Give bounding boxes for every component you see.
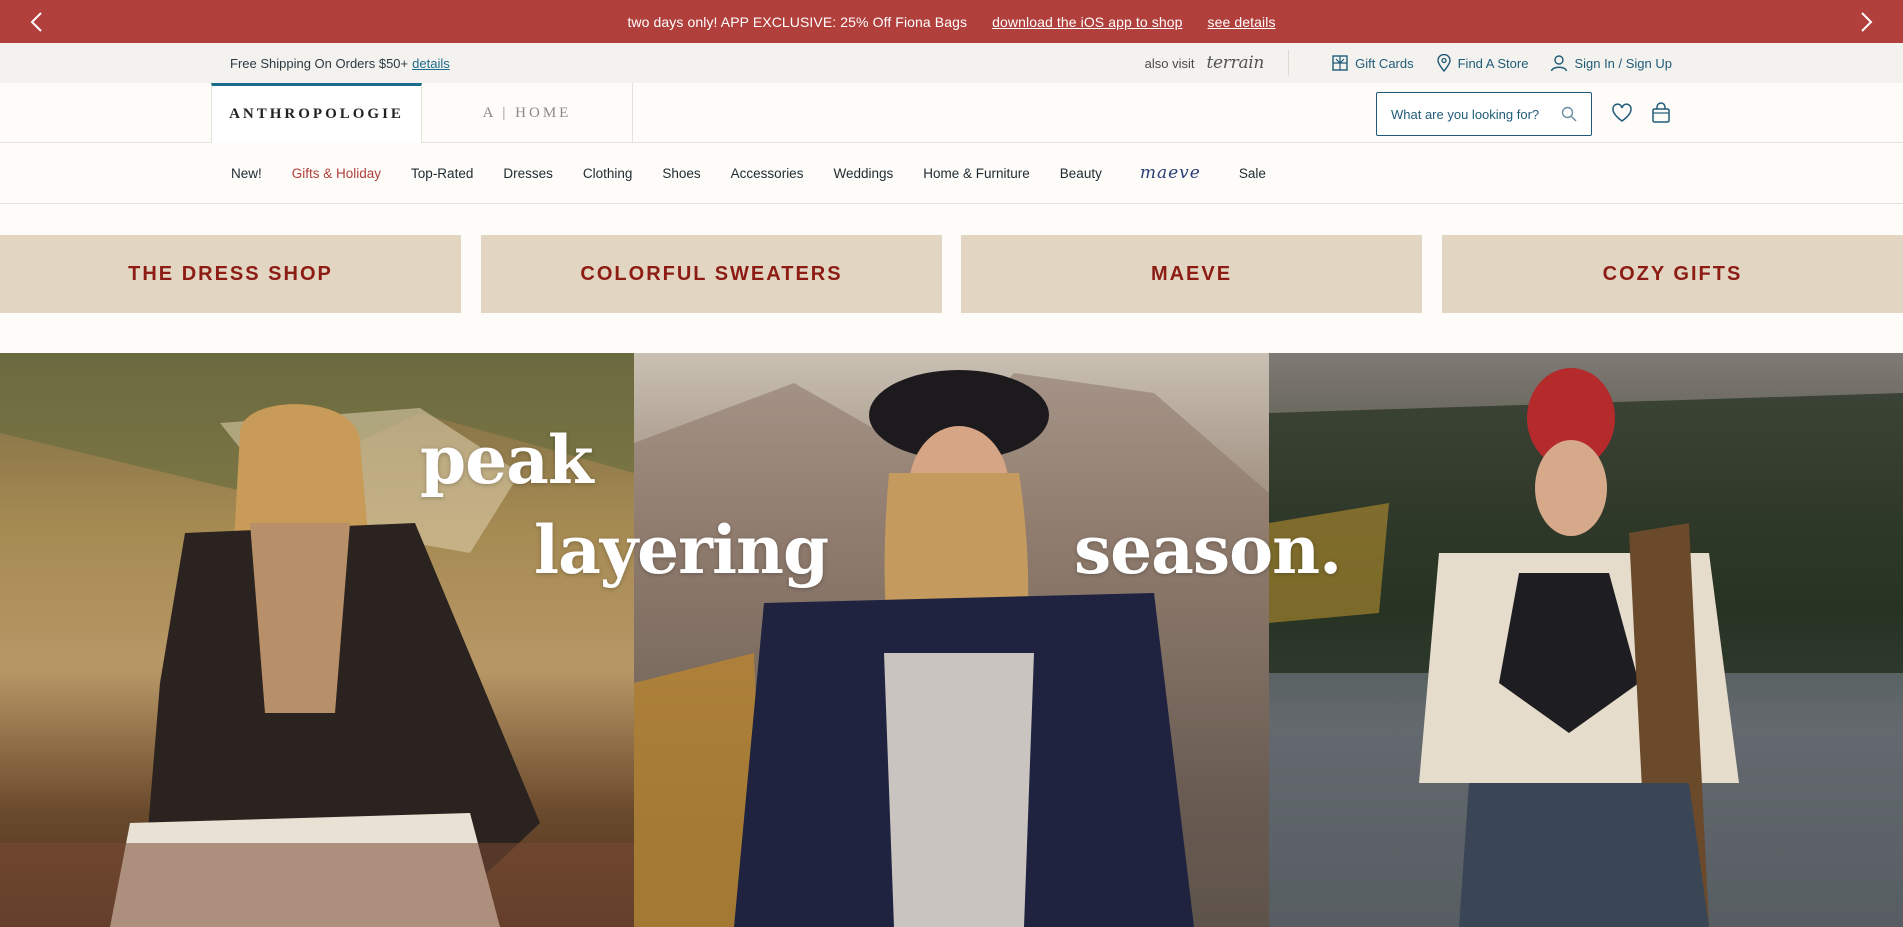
- search-placeholder: What are you looking for?: [1391, 106, 1540, 122]
- user-icon: [1551, 55, 1568, 72]
- tile-colorful-sweaters[interactable]: COLORFUL SWEATERS: [481, 235, 942, 313]
- terrain-logo[interactable]: terrain: [1207, 53, 1265, 73]
- site-header: ANTHROPOLOGIE A | HOME What are you look…: [0, 83, 1903, 143]
- hero-headline-word-3: season.: [1074, 511, 1342, 589]
- search-icon[interactable]: [1561, 106, 1577, 122]
- hero-headline-word-1: peak: [420, 421, 594, 499]
- promo-app-link[interactable]: download the iOS app to shop: [992, 14, 1182, 30]
- anthropologie-logo-tab[interactable]: ANTHROPOLOGIE: [211, 83, 422, 143]
- tile-cozy-gifts[interactable]: COZY GIFTS: [1442, 235, 1903, 313]
- gift-cards-link[interactable]: Gift Cards: [1331, 54, 1414, 72]
- shipping-details-link[interactable]: details: [412, 56, 450, 71]
- heart-icon: [1612, 103, 1632, 122]
- hero-photo-woman-red-beanie: [1269, 368, 1903, 927]
- shipping-text: Free Shipping On Orders $50+: [230, 55, 409, 71]
- nav-item-shoes[interactable]: Shoes: [662, 166, 700, 181]
- main-nav: New! Gifts & Holiday Top-Rated Dresses C…: [0, 143, 1903, 204]
- find-store-label: Find A Store: [1457, 55, 1529, 71]
- shopping-bag-icon: [1652, 102, 1670, 123]
- gift-cards-label: Gift Cards: [1355, 55, 1414, 71]
- sign-in-link[interactable]: Sign In / Sign Up: [1550, 54, 1672, 72]
- nav-item-new[interactable]: New!: [231, 166, 262, 181]
- nav-item-clothing[interactable]: Clothing: [583, 166, 633, 181]
- hero-image-middle: [634, 353, 1269, 927]
- also-visit-label: also visit: [1144, 55, 1195, 71]
- promo-details-link[interactable]: see details: [1208, 14, 1276, 30]
- utility-bar: Free Shipping On Orders $50+ details als…: [0, 43, 1903, 83]
- hero-photo-woman-beret: [634, 370, 1269, 927]
- hero-banner[interactable]: peak layering season.: [0, 353, 1903, 927]
- nav-item-weddings[interactable]: Weddings: [833, 166, 893, 181]
- category-tiles: THE DRESS SHOP COLORFUL SWEATERS MAEVE C…: [0, 235, 1903, 313]
- search-input[interactable]: What are you looking for?: [1376, 92, 1592, 136]
- nav-list: New! Gifts & Holiday Top-Rated Dresses C…: [231, 143, 1296, 203]
- gift-card-icon: [1332, 55, 1348, 71]
- nav-item-sale[interactable]: Sale: [1239, 166, 1266, 181]
- promo-next-button[interactable]: [1837, 0, 1897, 43]
- location-pin-icon: [1436, 54, 1451, 72]
- chevron-right-icon: [1861, 11, 1873, 32]
- divider: [1288, 50, 1290, 76]
- tile-maeve[interactable]: MAEVE: [961, 235, 1422, 313]
- nav-item-maeve-logo[interactable]: maeve: [1140, 163, 1201, 183]
- cart-button[interactable]: [1648, 100, 1674, 126]
- shipping-info: Free Shipping On Orders $50+ details: [230, 43, 450, 83]
- find-store-link[interactable]: Find A Store: [1436, 54, 1529, 72]
- utility-links: also visit terrain Gift Cards Find A Sto…: [1145, 43, 1672, 83]
- hero-headline-word-2: layering: [534, 511, 829, 589]
- hero-image-right: [1269, 353, 1903, 927]
- nav-item-top-rated[interactable]: Top-Rated: [411, 166, 473, 181]
- promo-banner: two days only! APP EXCLUSIVE: 25% Off Fi…: [0, 0, 1903, 43]
- sign-in-label: Sign In / Sign Up: [1574, 55, 1672, 71]
- nav-item-gifts-holiday[interactable]: Gifts & Holiday: [292, 166, 381, 181]
- wishlist-button[interactable]: [1609, 100, 1635, 126]
- a-home-logo-tab[interactable]: A | HOME: [422, 83, 633, 143]
- tile-dress-shop[interactable]: THE DRESS SHOP: [0, 235, 461, 313]
- nav-item-beauty[interactable]: Beauty: [1060, 166, 1102, 181]
- promo-message-row: two days only! APP EXCLUSIVE: 25% Off Fi…: [0, 0, 1903, 43]
- also-visit: also visit terrain: [1144, 53, 1265, 73]
- nav-item-dresses[interactable]: Dresses: [503, 166, 553, 181]
- promo-message: two days only! APP EXCLUSIVE: 25% Off Fi…: [627, 13, 968, 30]
- nav-item-accessories[interactable]: Accessories: [731, 166, 804, 181]
- nav-item-home-furniture[interactable]: Home & Furniture: [923, 166, 1030, 181]
